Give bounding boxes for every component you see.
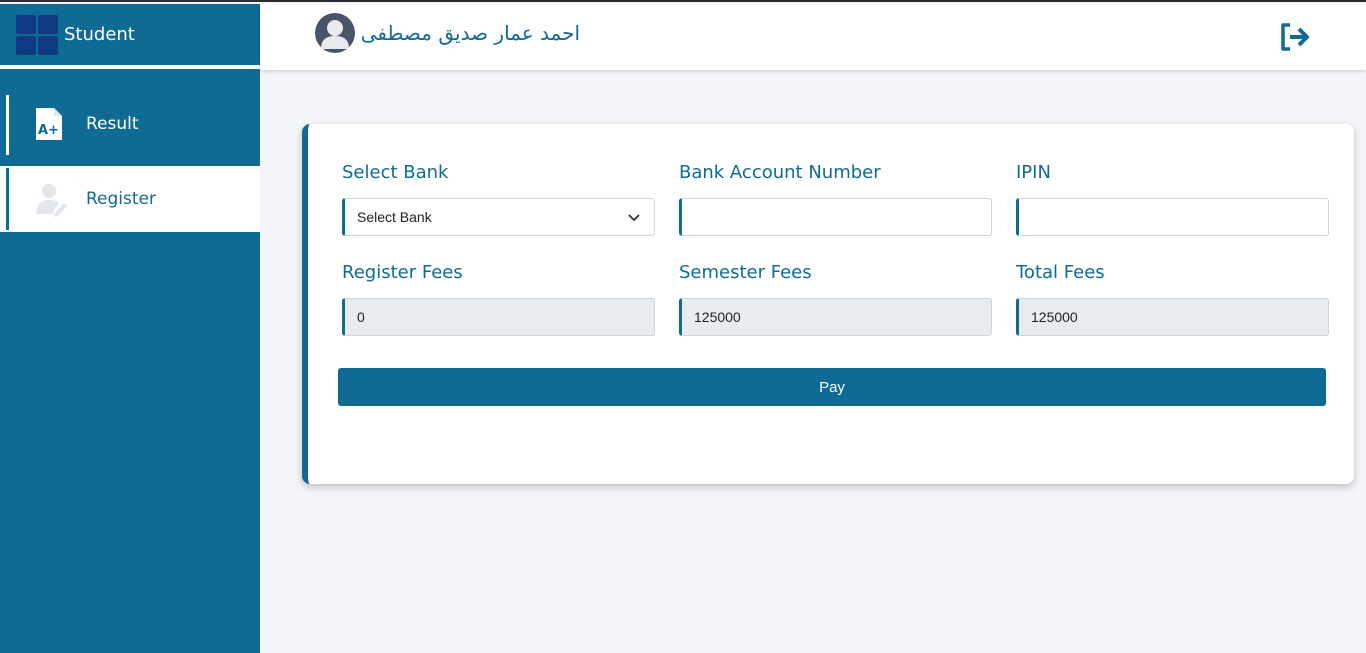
avatar[interactable] [315,13,355,53]
pay-button[interactable]: Pay [338,368,1326,406]
total-fees-label: Total Fees [1016,262,1105,283]
ipin-field: IPIN [1016,162,1329,236]
svg-text:A+: A+ [38,123,59,138]
semester-fees-label: Semester Fees [679,262,812,283]
grade-document-icon: A+ [34,106,64,142]
register-fees-label: Register Fees [342,262,463,283]
brand[interactable]: Student [0,4,260,65]
bank-account-label: Bank Account Number [679,162,881,183]
user-edit-icon [34,181,67,217]
select-bank-field: Select Bank Select Bank [342,162,655,236]
sidebar: Student A+ Result Register [0,4,260,653]
total-fees-field: Total Fees 125000 [1016,262,1329,336]
nav-indicator [6,95,9,155]
bank-account-input[interactable] [679,198,992,236]
sidebar-nav: A+ Result Register [0,93,260,232]
sidebar-item-register[interactable]: Register [0,166,260,232]
select-bank-label: Select Bank [342,162,449,183]
bank-account-field: Bank Account Number [679,162,992,236]
payment-card: Select Bank Select Bank Bank Account Num… [302,124,1354,484]
top-header: احمد عمار صديق مصطفى [260,4,1366,70]
grid-logo-icon [16,14,58,55]
select-bank-dropdown[interactable]: Select Bank [342,198,655,236]
ipin-label: IPIN [1016,162,1051,183]
user-name: احمد عمار صديق مصطفى [360,21,580,45]
register-fees-field: Register Fees 0 [342,262,655,336]
ipin-input[interactable] [1016,198,1329,236]
sidebar-item-label: Result [86,114,139,134]
total-fees-value: 125000 [1016,298,1329,336]
register-fees-value: 0 [342,298,655,336]
semester-fees-value: 125000 [679,298,992,336]
select-bank-value: Select Bank [357,209,432,225]
brand-name: Student [64,24,135,45]
semester-fees-field: Semester Fees 125000 [679,262,992,336]
sidebar-item-label: Register [86,189,156,209]
logout-icon[interactable] [1278,20,1312,54]
chevron-down-icon [628,209,640,225]
nav-indicator [6,168,9,230]
brand-divider [0,65,260,69]
sidebar-item-result[interactable]: A+ Result [0,93,260,155]
